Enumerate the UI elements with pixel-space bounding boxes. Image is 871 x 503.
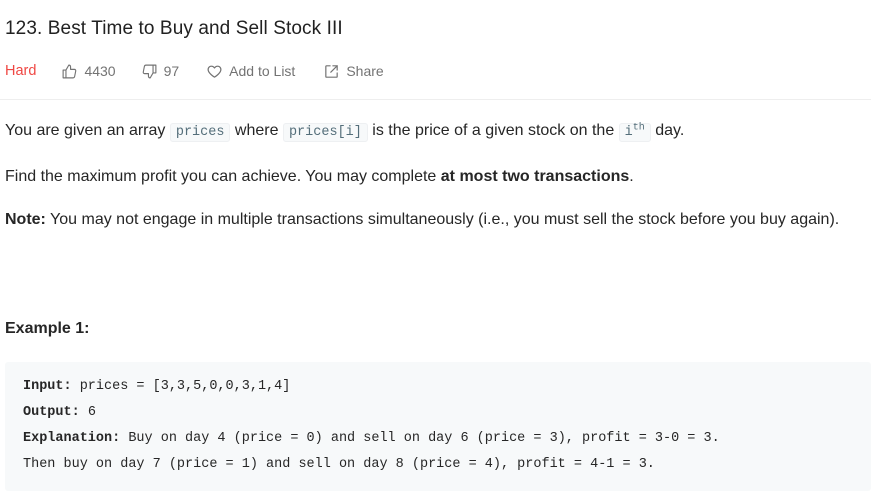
inline-code-prices: prices	[169, 123, 231, 142]
difficulty-badge: Hard	[5, 63, 37, 79]
desc-text: You are given an array	[5, 122, 170, 139]
description-paragraph-1: You are given an array prices where pric…	[5, 119, 865, 145]
desc-text: .	[629, 168, 634, 185]
example-explanation-line: Explanation: Buy on day 4 (price = 0) an…	[23, 426, 871, 452]
note-text: You may not engage in multiple transacti…	[45, 211, 840, 228]
dislike-count: 97	[163, 63, 180, 79]
bold-text: at most two transactions	[440, 168, 630, 185]
desc-text: where	[230, 122, 283, 139]
superscript-th: th	[632, 122, 645, 134]
desc-text: is the price of a given stock on the	[367, 122, 619, 139]
thumbs-down-icon	[142, 64, 157, 78]
code-i: i	[624, 125, 633, 140]
explanation-label: Explanation:	[23, 431, 121, 446]
desc-text: Find the maximum profit you can achieve.…	[5, 168, 441, 185]
dislike-button[interactable]: 97	[141, 63, 180, 80]
header-divider	[0, 99, 871, 100]
heart-icon	[207, 65, 222, 78]
inline-code-prices-i: prices[i]	[282, 123, 368, 142]
example-input-line: Input: prices = [3,3,5,0,0,3,1,4]	[23, 374, 871, 400]
input-label: Input:	[23, 379, 72, 394]
note-label: Note:	[5, 211, 46, 228]
desc-text: day.	[650, 122, 685, 139]
example-code-block: Input: prices = [3,3,5,0,0,3,1,4] Output…	[5, 362, 871, 491]
like-count: 4430	[84, 63, 116, 79]
description-note: Note: You may not engage in multiple tra…	[5, 208, 865, 232]
share-label: Share	[346, 63, 384, 79]
description-paragraph-2: Find the maximum profit you can achieve.…	[5, 165, 865, 189]
input-value: prices = [3,3,5,0,0,3,1,4]	[71, 379, 291, 394]
share-icon	[325, 64, 339, 78]
add-to-list-button[interactable]: Add to List	[206, 63, 295, 80]
like-button[interactable]: 4430	[61, 63, 116, 80]
thumbs-up-icon	[62, 64, 77, 78]
example-title: Example 1:	[5, 320, 90, 337]
output-value: 6	[79, 405, 96, 420]
problem-title: 123. Best Time to Buy and Sell Stock III	[5, 18, 343, 39]
explanation-value: Buy on day 4 (price = 0) and sell on day…	[120, 431, 720, 446]
add-to-list-label: Add to List	[229, 63, 296, 79]
output-label: Output:	[23, 405, 80, 420]
problem-meta-bar: Hard 4430 97 Add to List Share	[5, 60, 384, 82]
example-output-line: Output: 6	[23, 400, 871, 426]
inline-code-ith: ith	[618, 122, 651, 142]
share-button[interactable]: Share	[323, 63, 384, 80]
example-explanation-line-2: Then buy on day 7 (price = 1) and sell o…	[23, 457, 655, 472]
